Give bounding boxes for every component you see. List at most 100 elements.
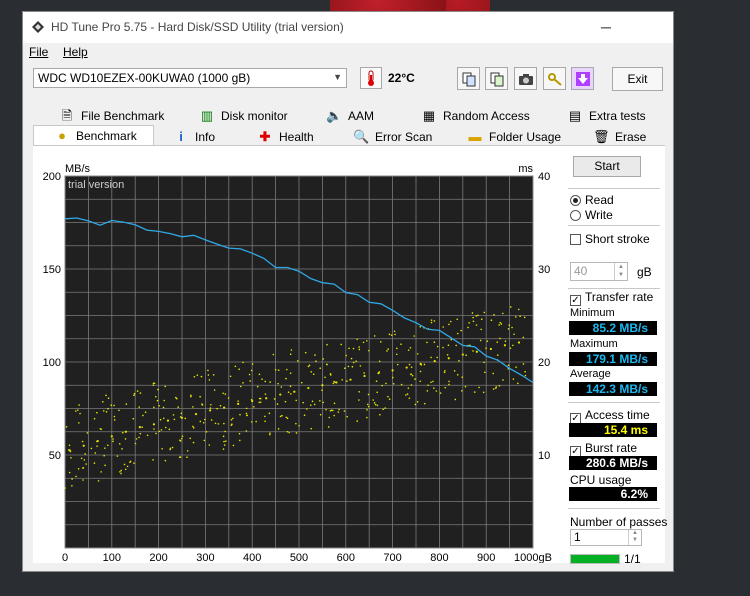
access-time-point <box>78 422 80 424</box>
access-time-point <box>498 324 500 326</box>
access-time-point <box>436 356 438 359</box>
access-time-point <box>472 350 474 352</box>
access-time-point <box>358 390 360 393</box>
copy-all-button[interactable] <box>485 67 508 90</box>
short-stroke-input[interactable]: 40 ▲ ▼ <box>570 262 628 281</box>
access-time-point <box>169 447 172 450</box>
title-bar: HD Tune Pro 5.75 - Hard Disk/SSD Utility… <box>23 12 673 43</box>
access-time-point <box>324 376 326 379</box>
save-button[interactable] <box>571 67 594 90</box>
x-tick-label: 500 <box>290 552 308 563</box>
access-time-point <box>321 389 323 392</box>
tab-disk-monitor[interactable]: ▥ Disk monitor <box>199 106 288 125</box>
burst-rate-checkbox[interactable]: ✓ Burst rate <box>570 441 637 457</box>
access-time-point <box>523 316 526 319</box>
access-time-point <box>192 441 195 444</box>
write-radio[interactable]: Write <box>570 208 613 222</box>
access-time-point <box>289 353 292 356</box>
tab-random-access[interactable]: ▦ Random Access <box>421 106 530 125</box>
access-time-point <box>113 419 116 421</box>
access-time-point <box>212 374 215 376</box>
access-time-point <box>222 392 224 395</box>
access-time-point <box>245 412 248 415</box>
access-time-point <box>319 413 322 416</box>
tab-aam[interactable]: 🔈 AAM <box>326 106 374 125</box>
access-time-point <box>382 408 384 411</box>
info-icon: i <box>179 129 183 144</box>
access-time-point <box>430 356 432 359</box>
screenshot-button[interactable] <box>514 67 537 90</box>
access-time-point <box>205 431 208 433</box>
access-time-point <box>258 401 261 404</box>
access-time-point <box>413 335 415 337</box>
spinner-arrows-icon[interactable]: ▲ ▼ <box>628 530 641 545</box>
access-time-point <box>138 436 140 439</box>
access-time-point <box>517 341 521 344</box>
start-button[interactable]: Start <box>573 156 641 177</box>
trash-icon: 🗑 <box>593 129 610 144</box>
file-benchmark-icon: 🗎 <box>61 108 73 123</box>
access-time-point <box>444 370 446 372</box>
menu-file[interactable]: File <box>29 45 48 59</box>
access-time-point <box>68 471 71 474</box>
tab-benchmark[interactable]: ● Benchmark <box>33 125 154 146</box>
maximize-button[interactable] <box>583 12 629 43</box>
exit-button[interactable]: Exit <box>612 67 663 91</box>
access-time-point <box>411 374 414 377</box>
tab-file-benchmark[interactable]: 🗎 File Benchmark <box>59 106 165 125</box>
y-tick-label-left: 200 <box>43 171 61 183</box>
spinner-arrows-icon[interactable]: ▲ ▼ <box>614 263 627 280</box>
access-time-point <box>229 375 232 378</box>
access-time-point <box>433 341 436 344</box>
access-time-point <box>202 421 205 424</box>
access-time-point <box>222 448 225 450</box>
access-time-point <box>396 363 399 366</box>
access-time-point <box>118 409 120 412</box>
tab-health[interactable]: ✚ Health <box>257 127 314 146</box>
access-time-point <box>390 334 393 336</box>
access-time-point <box>461 353 464 356</box>
benchmark-icon: ● <box>58 128 66 143</box>
access-time-point <box>110 435 113 438</box>
access-time-point <box>305 408 308 410</box>
access-time-point <box>124 438 127 440</box>
access-time-point <box>498 384 501 387</box>
options-button[interactable] <box>543 67 566 90</box>
access-time-checkbox[interactable]: ✓ Access time <box>570 408 650 424</box>
access-time-point <box>511 326 513 329</box>
tab-folder-usage[interactable]: ▬ Folder Usage <box>467 127 562 146</box>
access-time-point <box>82 479 84 481</box>
progress-fill <box>571 555 619 563</box>
access-time-point <box>302 401 304 404</box>
access-time-point <box>517 382 519 385</box>
menu-help[interactable]: Help <box>63 45 88 59</box>
access-time-point <box>69 450 72 453</box>
tab-error-scan[interactable]: 🔍 Error Scan <box>353 127 432 146</box>
access-time-point <box>490 319 493 322</box>
access-time-point <box>210 419 213 421</box>
access-time-point <box>289 372 292 374</box>
access-time-point <box>483 361 485 364</box>
transfer-rate-checkbox[interactable]: ✓ Transfer rate <box>570 290 653 306</box>
access-time-point <box>249 380 251 382</box>
access-time-point <box>184 417 187 420</box>
read-radio[interactable]: Read <box>570 193 614 207</box>
disk-monitor-icon: ▥ <box>200 108 214 123</box>
access-time-point <box>492 372 495 375</box>
access-time-point <box>396 347 398 350</box>
access-time-point <box>449 320 452 323</box>
tab-extra-tests[interactable]: ▤ Extra tests <box>567 106 646 125</box>
access-time-point <box>107 407 109 410</box>
camera-icon <box>518 74 533 85</box>
access-time-point <box>161 447 163 450</box>
access-time-point <box>286 368 288 371</box>
tab-erase[interactable]: 🗑 Erase <box>593 127 646 146</box>
passes-input[interactable]: 1 ▲ ▼ <box>570 529 642 546</box>
copy-text-button[interactable] <box>457 67 480 90</box>
tab-info[interactable]: i Info <box>173 127 215 146</box>
access-time-point <box>319 399 321 402</box>
short-stroke-checkbox[interactable]: Short stroke <box>570 232 650 246</box>
access-time-point <box>277 382 279 385</box>
access-time-point <box>372 399 374 401</box>
drive-select[interactable]: WDC WD10EZEX-00KUWA0 (1000 gB) ▼ <box>33 68 347 88</box>
